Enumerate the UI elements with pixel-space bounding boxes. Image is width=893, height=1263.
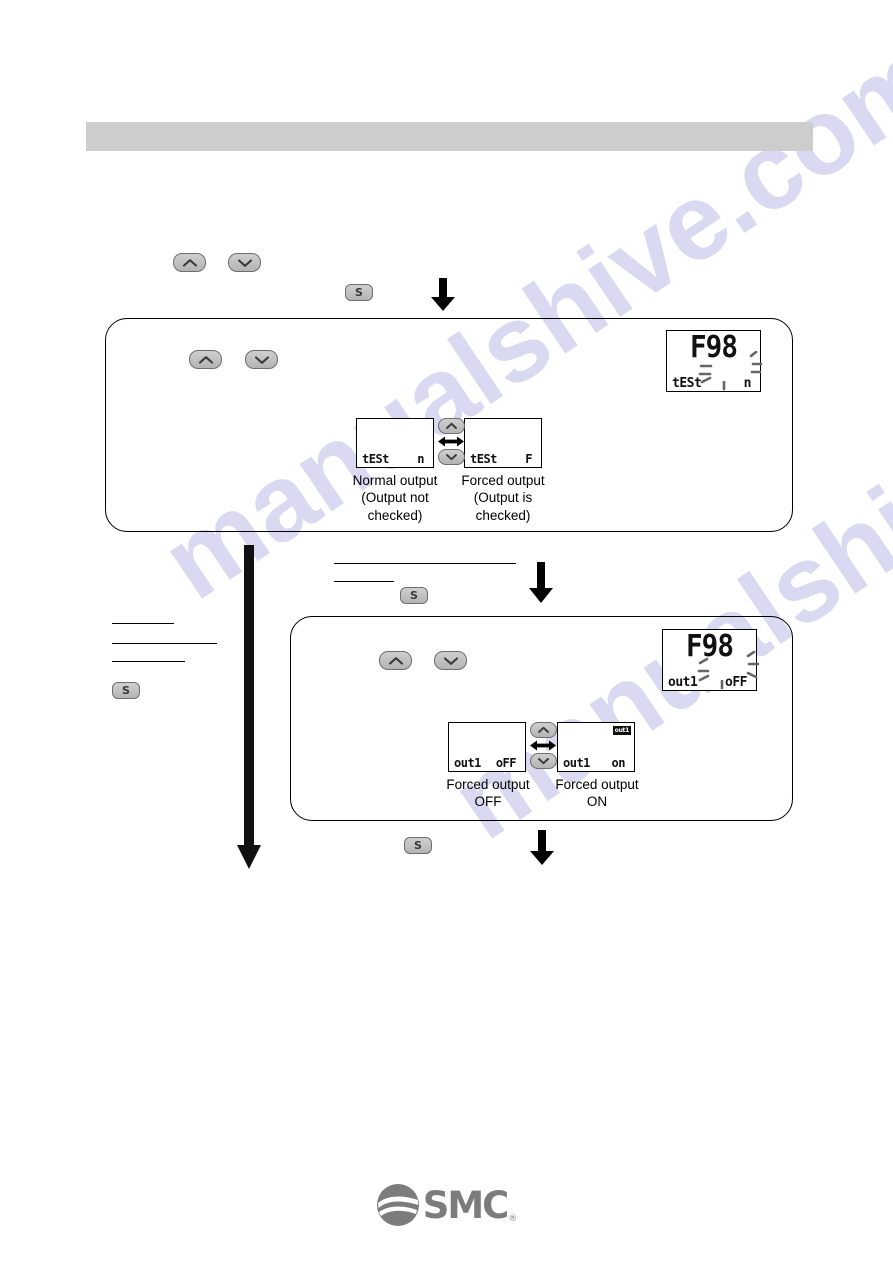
- step2-option-down-key[interactable]: [529, 753, 557, 769]
- branch-down-arrow-icon: [237, 545, 261, 869]
- step1-up-key[interactable]: [189, 350, 222, 369]
- display-sub-value: on: [611, 756, 626, 770]
- display-sub-value: oFF: [495, 756, 517, 770]
- set-key[interactable]: S: [404, 837, 432, 854]
- redacted-text-rule: [112, 623, 174, 624]
- up-key[interactable]: [173, 253, 206, 272]
- display-sub-value: n: [417, 452, 424, 466]
- step1-main-display: F98 tESt n: [666, 330, 763, 392]
- set-key[interactable]: S: [400, 587, 428, 604]
- display-main-value: F98: [689, 330, 738, 365]
- display-sub-label: out1: [454, 756, 481, 770]
- chevron-up-icon: [445, 422, 457, 429]
- display-sub-value: n: [743, 376, 752, 391]
- display-sub-value: F: [525, 452, 532, 466]
- document-page: manualshive.com manualshive.com S F98 tE…: [0, 0, 893, 1263]
- chevron-down-icon: [537, 758, 549, 765]
- display-sub-label: tESt: [470, 452, 497, 466]
- step1-toggle-arrows: [437, 418, 465, 465]
- section-header-band: [86, 122, 813, 151]
- step2-option-0-display: out1 oFF: [448, 722, 526, 772]
- set-key-label: S: [355, 286, 363, 299]
- step2-down-key[interactable]: [434, 651, 467, 670]
- display-sub-value: oFF: [725, 675, 747, 690]
- chevron-down-icon: [237, 258, 252, 267]
- step1-down-key[interactable]: [245, 350, 278, 369]
- redacted-text-rule: [334, 563, 516, 564]
- step1-option-0-display: tESt n: [356, 418, 434, 468]
- set-key[interactable]: S: [345, 284, 373, 301]
- down-arrow-icon: [529, 562, 553, 603]
- display-main-value: F98: [685, 629, 734, 664]
- redacted-text-rule: [112, 643, 217, 644]
- set-key-label: S: [410, 589, 418, 602]
- step2-option-1-display: out1 out1 on: [557, 722, 635, 772]
- smc-logo: SMC ®: [0, 1183, 893, 1227]
- display-sub-label: tESt: [362, 452, 389, 466]
- step2-option-1-caption: Forced output ON: [555, 777, 639, 810]
- left-right-arrow-icon: [438, 436, 464, 447]
- registered-mark: ®: [508, 1214, 518, 1224]
- chevron-down-icon: [445, 454, 457, 461]
- out1-indicator-badge: out1: [612, 726, 631, 735]
- step2-option-up-key[interactable]: [529, 722, 557, 738]
- set-key-label: S: [122, 684, 130, 697]
- step1-option-up-key[interactable]: [437, 418, 465, 434]
- chevron-down-icon: [254, 355, 269, 364]
- redacted-text-rule: [334, 581, 394, 582]
- chevron-up-icon: [537, 726, 549, 733]
- step1-option-0-caption: Normal output (Output not checked): [352, 473, 438, 523]
- display-sub-label: out1: [563, 756, 590, 770]
- step2-main-display: F98 out1 oFF: [662, 629, 760, 691]
- step1-option-1-display: tESt F: [464, 418, 542, 468]
- chevron-up-icon: [388, 656, 403, 665]
- chevron-up-icon: [198, 355, 213, 364]
- step2-up-key[interactable]: [379, 651, 412, 670]
- display-sub-label: tESt: [672, 376, 702, 391]
- smc-logo-text: SMC: [422, 1183, 510, 1227]
- step2-toggle-arrows: [529, 722, 557, 769]
- down-arrow-icon: [431, 278, 455, 311]
- down-arrow-icon: [530, 830, 554, 865]
- display-sub-label: out1: [668, 675, 698, 690]
- set-key-label: S: [414, 839, 422, 852]
- chevron-up-icon: [182, 258, 197, 267]
- left-right-arrow-icon: [530, 740, 556, 751]
- step1-option-down-key[interactable]: [437, 449, 465, 465]
- step2-option-0-caption: Forced output OFF: [446, 777, 530, 810]
- redacted-text-rule: [112, 661, 185, 662]
- step1-option-1-caption: Forced output (Output is checked): [461, 473, 545, 523]
- down-key[interactable]: [228, 253, 261, 272]
- chevron-down-icon: [443, 656, 458, 665]
- set-key[interactable]: S: [112, 682, 140, 699]
- smc-logo-icon: [376, 1184, 419, 1226]
